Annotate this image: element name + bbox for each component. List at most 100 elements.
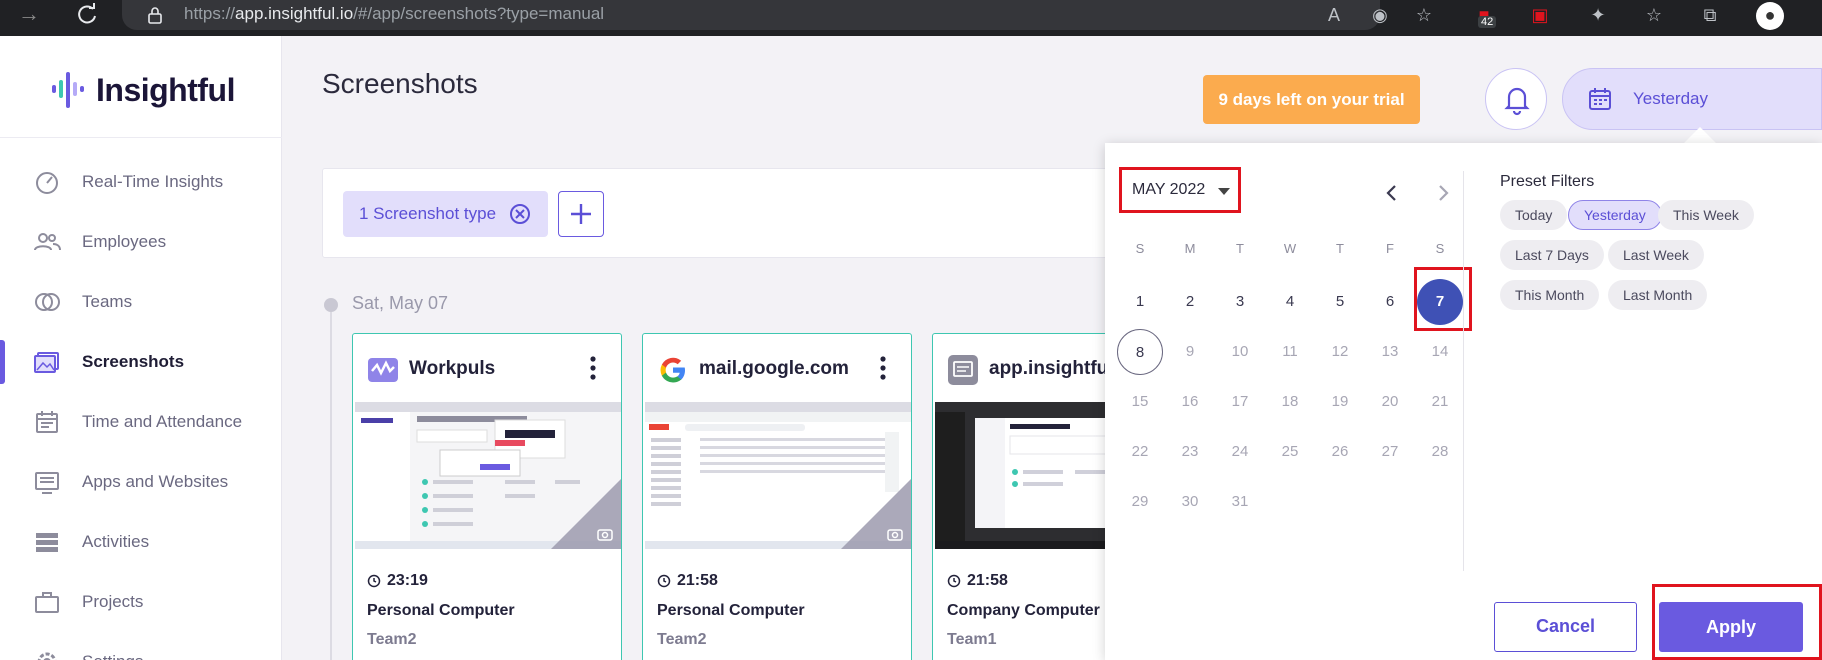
more-vertical-icon[interactable] bbox=[875, 354, 891, 382]
read-aloud-icon[interactable]: A bbox=[1320, 2, 1348, 30]
calendar-day-8[interactable]: 8 bbox=[1117, 329, 1163, 375]
calendar-day-16[interactable]: 16 bbox=[1167, 379, 1213, 425]
calendar-day-27[interactable]: 27 bbox=[1367, 429, 1413, 475]
activities-icon bbox=[36, 533, 58, 552]
calendar-day-22[interactable]: 22 bbox=[1117, 429, 1163, 475]
forward-arrow-icon[interactable]: → bbox=[18, 0, 48, 30]
sidebar-item-label: Settings bbox=[82, 652, 143, 660]
calendar-day-28[interactable]: 28 bbox=[1417, 429, 1463, 475]
trial-button[interactable]: 9 days left on your trial bbox=[1203, 75, 1420, 124]
mcafee-extension-icon[interactable]: ▣ bbox=[1526, 2, 1554, 30]
bell-icon bbox=[1504, 87, 1530, 116]
calendar-day-2[interactable]: 2 bbox=[1167, 279, 1213, 325]
date-picker-popup: MAY 2022 SMTWTFS 1 2 3 4 5 6 7 8 9 10 11 12 13 14 15 16… bbox=[1105, 143, 1822, 660]
favorite-star-icon[interactable]: ☆ bbox=[1410, 2, 1438, 30]
sidebar-item-apps-and-websites[interactable]: Apps and Websites bbox=[0, 454, 282, 510]
screenshot-time: 21:58 bbox=[967, 572, 1008, 589]
sidebar-item-label: Time and Attendance bbox=[82, 412, 243, 431]
realtime-icon bbox=[36, 172, 58, 194]
add-filter-button[interactable] bbox=[558, 191, 604, 237]
sidebar-item-label: Activities bbox=[82, 532, 150, 551]
sidebar-item-employees[interactable]: Employees bbox=[0, 214, 282, 270]
cancel-button[interactable]: Cancel bbox=[1494, 602, 1637, 652]
calendar-day-31[interactable]: 31 bbox=[1217, 479, 1263, 525]
weekday-label: F bbox=[1386, 241, 1394, 256]
sidebar-item-real-time-insights[interactable]: Real-Time Insights bbox=[0, 154, 282, 210]
screenshot-card[interactable]: mail.google.com 21:58 Personal Computer … bbox=[642, 333, 912, 660]
address-bar[interactable]: https://app.insightful.io/#/app/screensh… bbox=[122, 0, 1380, 30]
calendar-day-13[interactable]: 13 bbox=[1367, 329, 1413, 375]
sidebar-item-projects[interactable]: Projects bbox=[0, 574, 282, 630]
extension-badge: 42 bbox=[1478, 16, 1497, 28]
caret-down-icon bbox=[1218, 188, 1230, 195]
calendar-day-11[interactable]: 11 bbox=[1267, 329, 1313, 375]
collections-icon[interactable]: ⧉ bbox=[1696, 2, 1724, 30]
more-vertical-icon[interactable] bbox=[585, 354, 601, 382]
url-prefix: https:// bbox=[184, 4, 236, 23]
calendar-day-20[interactable]: 20 bbox=[1367, 379, 1413, 425]
calendar-day-6[interactable]: 6 bbox=[1367, 279, 1413, 325]
preset-today[interactable]: Today bbox=[1500, 200, 1568, 230]
calendar-day-30[interactable]: 30 bbox=[1167, 479, 1213, 525]
calendar-day-17[interactable]: 17 bbox=[1217, 379, 1263, 425]
clock-icon bbox=[947, 574, 961, 588]
calendar-day-26[interactable]: 26 bbox=[1317, 429, 1363, 475]
preset-yesterday[interactable]: Yesterday bbox=[1568, 200, 1662, 230]
calendar-day-25[interactable]: 25 bbox=[1267, 429, 1313, 475]
calendar-day-1[interactable]: 1 bbox=[1117, 279, 1163, 325]
calendar-day-18[interactable]: 18 bbox=[1267, 379, 1313, 425]
profile-avatar-icon[interactable]: ● bbox=[1756, 2, 1784, 30]
date-range-button[interactable]: Yesterday bbox=[1562, 68, 1822, 130]
screenshot-thumbnail[interactable] bbox=[355, 402, 621, 549]
extensions-puzzle-icon[interactable]: ✦ bbox=[1584, 2, 1612, 30]
sidebar-item-label: Screenshots bbox=[82, 352, 185, 371]
apply-button[interactable]: Apply bbox=[1659, 602, 1803, 652]
calendar-day-19[interactable]: 19 bbox=[1317, 379, 1363, 425]
computer-name: Company Computer bbox=[947, 602, 1100, 619]
brand-name: Insightful bbox=[96, 71, 235, 108]
calendar-day-15[interactable]: 15 bbox=[1117, 379, 1163, 425]
team-name: Team1 bbox=[947, 631, 997, 648]
calendar-day-29[interactable]: 29 bbox=[1117, 479, 1163, 525]
calendar-day-21[interactable]: 21 bbox=[1417, 379, 1463, 425]
screenshot-type-chip[interactable]: 1 Screenshot type bbox=[343, 191, 548, 237]
reload-icon[interactable] bbox=[72, 0, 102, 30]
sidebar-item-teams[interactable]: Teams bbox=[0, 274, 282, 330]
notifications-button[interactable] bbox=[1485, 68, 1547, 130]
calendar-day-5[interactable]: 5 bbox=[1317, 279, 1363, 325]
screenshot-thumbnail[interactable] bbox=[645, 402, 911, 549]
sidebar-item-settings[interactable]: Settings bbox=[0, 634, 282, 660]
preset-this-month[interactable]: This Month bbox=[1500, 280, 1600, 310]
sidebar-item-time-and-attendance[interactable]: Time and Attendance bbox=[0, 394, 282, 450]
screenshot-card[interactable]: Workpuls 23:19 Personal Computer Team2 bbox=[352, 333, 622, 660]
computer-name: Personal Computer bbox=[367, 602, 515, 619]
favorites-list-icon[interactable]: ☆ bbox=[1640, 2, 1668, 30]
url-path: /#/app/screenshots?type=manual bbox=[353, 4, 605, 23]
sidebar-item-activities[interactable]: Activities bbox=[0, 514, 282, 570]
preset-last-7-days[interactable]: Last 7 Days bbox=[1500, 240, 1604, 270]
insightful-logo-icon bbox=[52, 72, 84, 108]
insightful-logo[interactable]: Insightful bbox=[50, 66, 235, 114]
calendar-day-23[interactable]: 23 bbox=[1167, 429, 1213, 475]
screenshots-icon bbox=[34, 352, 59, 373]
calendar-day-14[interactable]: 14 bbox=[1417, 329, 1463, 375]
calendar-day-12[interactable]: 12 bbox=[1317, 329, 1363, 375]
calendar-day-4[interactable]: 4 bbox=[1267, 279, 1313, 325]
url-host: app.insightful.io bbox=[235, 4, 354, 23]
preset-last-month[interactable]: Last Month bbox=[1608, 280, 1708, 310]
tracking-prevention-icon[interactable]: ◉ bbox=[1366, 2, 1394, 30]
month-year-selector[interactable]: MAY 2022 bbox=[1119, 167, 1241, 213]
calendar-day-24[interactable]: 24 bbox=[1217, 429, 1263, 475]
remove-filter-icon[interactable] bbox=[508, 202, 532, 226]
calendar-day-10[interactable]: 10 bbox=[1217, 329, 1263, 375]
picker-divider bbox=[1463, 171, 1464, 571]
chevron-left-icon[interactable] bbox=[1384, 183, 1400, 203]
preset-filters-title: Preset Filters bbox=[1500, 173, 1595, 190]
calendar-day-3[interactable]: 3 bbox=[1217, 279, 1263, 325]
preset-this-week[interactable]: This Week bbox=[1658, 200, 1754, 230]
calendar-day-9[interactable]: 9 bbox=[1167, 329, 1213, 375]
preset-last-week[interactable]: Last Week bbox=[1608, 240, 1704, 270]
chevron-right-icon[interactable] bbox=[1435, 183, 1451, 203]
gear-icon bbox=[37, 652, 57, 660]
sidebar-item-screenshots[interactable]: Screenshots bbox=[0, 334, 282, 390]
